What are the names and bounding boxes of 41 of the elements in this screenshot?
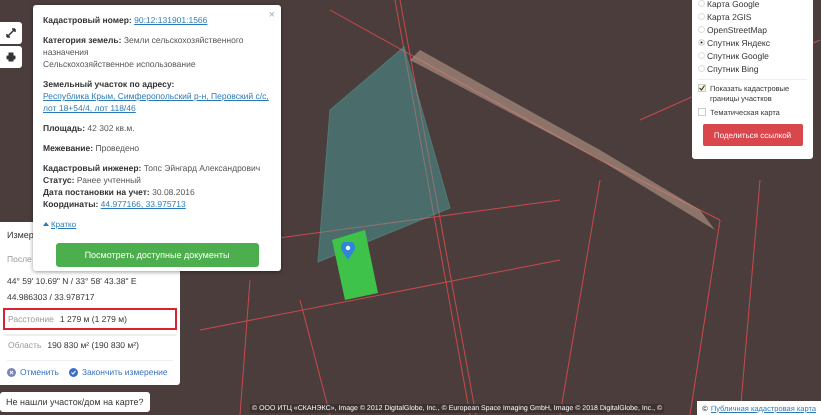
address-link[interactable]: Республика Крым, Симферопольский р-н, Перовский с/с, лот 18+54/4, лот 118/46 xyxy=(43,90,271,114)
map-layer-option[interactable]: OpenStreetMap xyxy=(698,23,807,36)
measure-label: Расстояние xyxy=(8,314,54,324)
map-pin-icon[interactable] xyxy=(341,242,355,260)
parcel-field: Земельный участок по адресу: Республика Крым, Симферопольский р-н, Перовский с/с, лот 18+54/4, лот 118/46 xyxy=(43,78,271,114)
collapse-link[interactable]: Кратко xyxy=(43,220,76,228)
parcel-link[interactable]: 90:12:131901:1566 xyxy=(134,15,208,25)
parcel-field: Кадастровый инженер: Топс Эйнгард Александрович xyxy=(43,162,271,174)
measure-value: 190 830 м² (190 830 м²) xyxy=(47,340,139,350)
map-layer-option[interactable]: Спутник Bing xyxy=(698,62,807,75)
parcel-link[interactable]: 44.977166, 33.975713 xyxy=(100,199,186,209)
parcel-field: Координаты: 44.977166, 33.975713 xyxy=(43,198,271,210)
map-layer-option[interactable]: Спутник Яндекс xyxy=(698,36,807,49)
fullscreen-button[interactable] xyxy=(0,22,22,44)
parcel-field: Межевание: Проведено xyxy=(43,142,271,154)
print-icon xyxy=(6,52,16,62)
map-layer-option[interactable]: Спутник Google xyxy=(698,49,807,62)
parcel-field: Статус: Ранее учтенный xyxy=(43,174,271,186)
land-use-text: Сельскохозяйственное использование xyxy=(43,58,197,70)
measure-value: 1 279 м (1 279 м) xyxy=(60,314,127,324)
map-layer-option[interactable]: Карта Google xyxy=(698,0,807,10)
panel-title: Измер xyxy=(7,230,34,240)
check-icon xyxy=(68,368,78,376)
parcel-field: Кадастровый номер: 90:12:131901:1566 xyxy=(43,14,271,26)
print-button[interactable] xyxy=(0,46,22,68)
parcel-field: Площадь: 42 302 кв.м. xyxy=(43,122,271,134)
measure-action-link[interactable]: Закончить измерение xyxy=(68,367,168,377)
map-layer-option[interactable]: Карта 2GIS xyxy=(698,10,807,23)
parcel-field: Категория земель: Земли сельскохозяйственного назначения xyxy=(43,34,271,58)
documents-button[interactable]: Посмотреть доступные документы xyxy=(56,242,258,266)
caret-icon xyxy=(43,222,49,226)
measure-action-link[interactable]: Отменить xyxy=(7,367,59,377)
help-button[interactable]: Не нашли участок/дом на карте? xyxy=(0,392,150,412)
measure-label: Область xyxy=(8,340,42,350)
coordinates-text: 44° 59' 10.69" N / 33° 58' 43.38" E xyxy=(7,276,137,286)
expand-icon xyxy=(6,28,16,38)
parcel-field: Дата постановки на учет: 30.08.2016 xyxy=(43,186,271,198)
coordinates-text: 44.986303 / 33.978717 xyxy=(7,292,94,302)
panel-subtitle: После xyxy=(7,254,32,264)
cancel-icon xyxy=(7,368,16,376)
share-link-button[interactable]: Поделиться ссылкой xyxy=(702,124,802,146)
